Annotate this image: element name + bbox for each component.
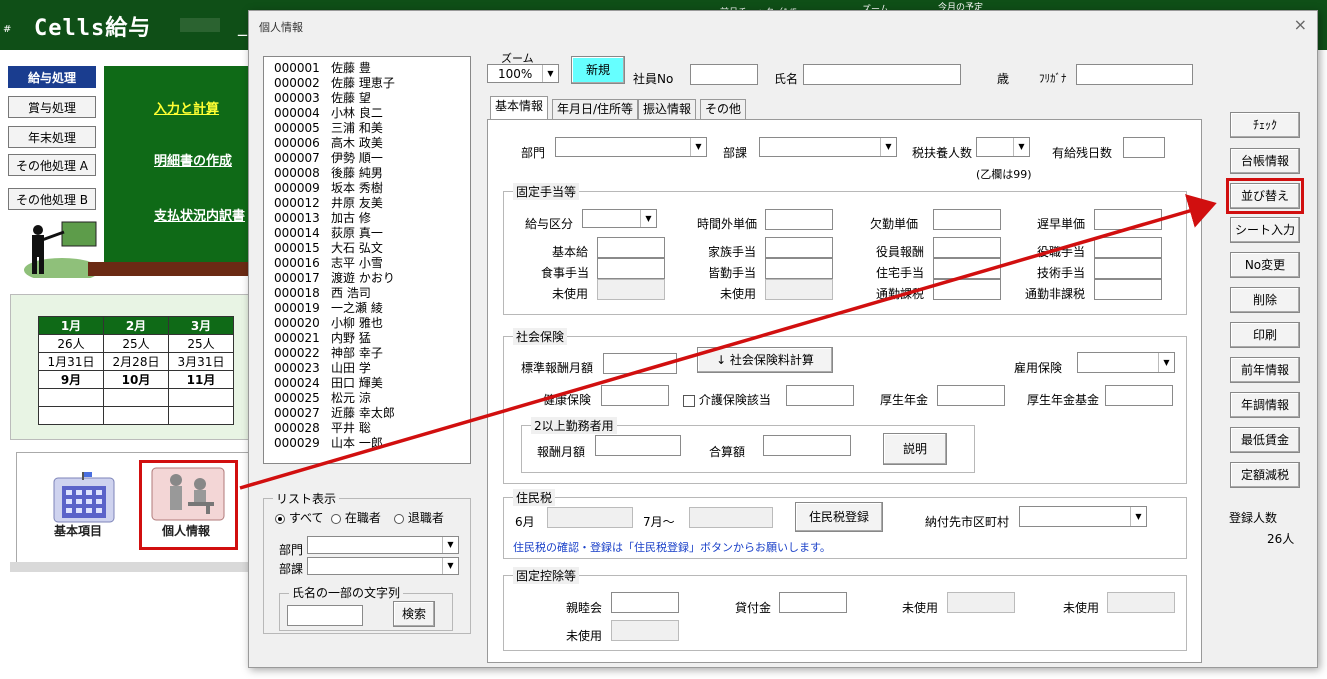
annotation-arrow: [239, 194, 1217, 490]
